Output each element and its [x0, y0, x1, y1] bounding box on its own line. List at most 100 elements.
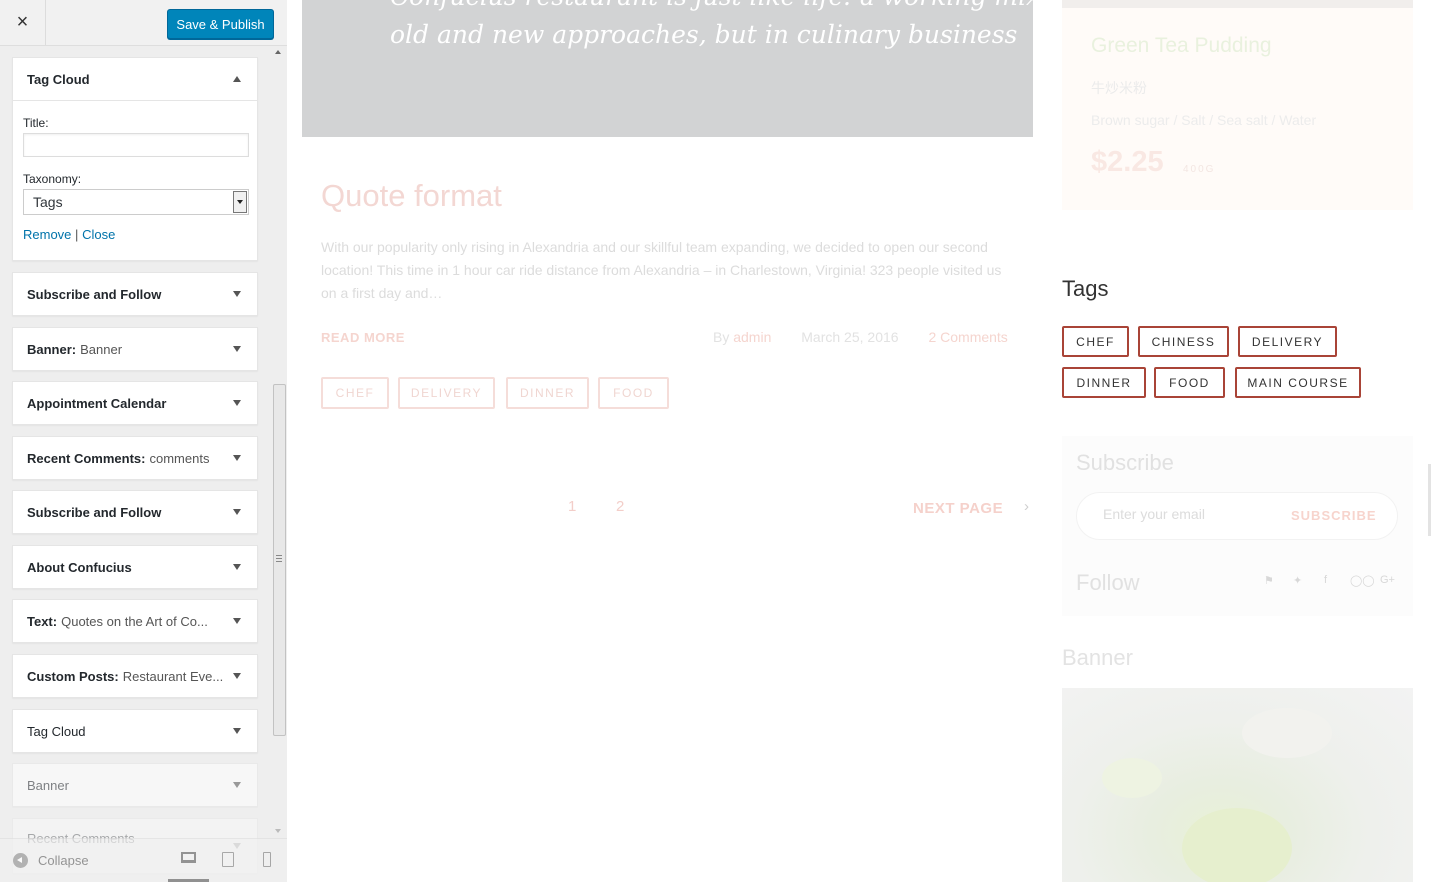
expand-arrow-icon[interactable] [233, 509, 241, 515]
widget-title: Text: [27, 613, 58, 629]
scroll-down-arrow-icon[interactable] [275, 829, 281, 833]
next-page-link[interactable]: NEXT PAGE [913, 500, 1003, 517]
remove-widget-link[interactable]: Remove [23, 227, 71, 242]
subscribe-button[interactable]: SUBSCRIBE [1291, 508, 1377, 523]
tripadvisor-icon[interactable]: ◯◯ [1350, 574, 1375, 587]
save-publish-button[interactable]: Save & Publish [167, 9, 274, 39]
site-preview: Confucius restaurant is just like life: … [287, 0, 1444, 882]
scrollbar-thumb[interactable] [273, 384, 286, 736]
close-customizer-button[interactable]: × [0, 0, 46, 45]
widget-subtitle: Restaurant Eve... [122, 668, 224, 684]
menu-item-name[interactable]: Green Tea Pudding [1091, 34, 1272, 58]
expand-arrow-icon[interactable] [233, 291, 241, 297]
preview-scrollbar[interactable] [1428, 464, 1431, 536]
google-plus-icon[interactable]: G+ [1380, 574, 1395, 586]
expand-arrow-icon[interactable] [233, 673, 241, 679]
banner-image[interactable] [1062, 688, 1413, 882]
tag-chiness[interactable]: CHINESS [1138, 326, 1229, 357]
tag-food[interactable]: FOOD [1154, 367, 1225, 398]
expand-arrow-icon[interactable] [233, 455, 241, 461]
twitter-icon[interactable]: ✦ [1293, 574, 1302, 587]
menu-item-price: $2.25 [1091, 146, 1164, 178]
expand-arrow-icon[interactable] [233, 400, 241, 406]
sidebar-scrollbar[interactable] [271, 45, 287, 835]
mobile-icon[interactable] [263, 852, 271, 867]
widget-header[interactable]: Text: Quotes on the Art of Co... [13, 600, 257, 642]
tag-chef[interactable]: CHEF [1062, 326, 1129, 357]
tablet-icon[interactable] [222, 852, 234, 867]
post-title[interactable]: Quote format [321, 178, 502, 214]
foursquare-icon[interactable]: ⚑ [1264, 574, 1274, 587]
close-icon: × [16, 11, 29, 33]
subscribe-title: Subscribe [1076, 450, 1174, 475]
post-tag-chef[interactable]: CHEF [321, 377, 389, 409]
post-meta: By admin March 25, 2016 2 Comments [713, 329, 1008, 345]
widget-title: Custom Posts: [27, 668, 119, 684]
menu-card-image-edge [1062, 0, 1413, 8]
tag-main-course[interactable]: MAIN COURSE [1235, 367, 1361, 398]
widget-header[interactable]: Tag Cloud [13, 710, 257, 752]
comments-link[interactable]: 2 Comments [928, 329, 1007, 345]
follow-title: Follow [1076, 570, 1140, 595]
widget-subtitle: Quotes on the Art of Co... [61, 613, 208, 629]
quote-banner: Confucius restaurant is just like life: … [302, 0, 1072, 137]
chevron-right-icon[interactable]: › [1024, 498, 1029, 515]
widget-subtitle: comments [149, 450, 210, 466]
widget-appointment-calendar[interactable]: Appointment Calendar [12, 381, 258, 425]
scroll-up-arrow-icon[interactable] [275, 50, 281, 54]
widget-header[interactable]: Banner: Banner [13, 328, 257, 370]
pagination-page-2[interactable]: 2 [616, 498, 624, 515]
expand-arrow-icon[interactable] [233, 782, 241, 788]
post-date: March 25, 2016 [801, 329, 899, 345]
title-input[interactable] [23, 133, 249, 157]
widget-header[interactable]: Tag Cloud [13, 58, 257, 100]
author-link[interactable]: admin [733, 329, 771, 345]
collapse-button[interactable]: Collapse [13, 853, 89, 868]
facebook-icon[interactable]: f [1324, 574, 1327, 586]
widget-header[interactable]: Recent Comments: comments [13, 437, 257, 479]
widget-header[interactable]: Subscribe and Follow [13, 273, 257, 315]
widget-title: Subscribe and Follow [27, 286, 162, 302]
collapse-icon [13, 853, 28, 868]
widget-form: Title: Taxonomy: Tags Remove | Close [13, 100, 257, 254]
widget-header[interactable]: Banner [13, 764, 257, 806]
widget-title: Subscribe and Follow [27, 504, 162, 520]
quote-text-line: old and new approaches, but in culinary … [390, 20, 1018, 49]
widget-custom-posts[interactable]: Custom Posts: Restaurant Eve... [12, 654, 258, 698]
tag-dinner[interactable]: DINNER [1062, 367, 1146, 398]
widget-title: About Confucius [27, 559, 132, 575]
expand-arrow-icon[interactable] [233, 564, 241, 570]
close-widget-link[interactable]: Close [82, 227, 115, 242]
widget-header[interactable]: Appointment Calendar [13, 382, 257, 424]
widget-about-confucius[interactable]: About Confucius [12, 545, 258, 589]
email-input[interactable] [1103, 506, 1273, 522]
collapse-label: Collapse [38, 853, 89, 868]
expand-arrow-icon[interactable] [233, 346, 241, 352]
read-more-link[interactable]: READ MORE [321, 330, 405, 345]
widget-header[interactable]: Subscribe and Follow [13, 491, 257, 533]
widget-recent-comments[interactable]: Recent Comments: comments [12, 436, 258, 480]
pagination-page-1[interactable]: 1 [568, 498, 576, 515]
widget-banner-2[interactable]: Banner [12, 763, 258, 807]
widget-subscribe-follow-2[interactable]: Subscribe and Follow [12, 490, 258, 534]
post-tag-delivery[interactable]: DELIVERY [398, 377, 495, 409]
expand-arrow-icon[interactable] [233, 728, 241, 734]
expand-arrow-icon[interactable] [233, 618, 241, 624]
menu-item-weight: 400G [1183, 164, 1216, 175]
dropdown-arrow-icon[interactable] [233, 191, 247, 213]
taxonomy-select[interactable]: Tags [23, 189, 249, 215]
customizer-footer: Collapse [0, 838, 287, 882]
post-tag-dinner[interactable]: DINNER [506, 377, 589, 409]
widget-header[interactable]: Custom Posts: Restaurant Eve... [13, 655, 257, 697]
widget-banner[interactable]: Banner: Banner [12, 327, 258, 371]
collapse-arrow-icon[interactable] [233, 76, 241, 82]
widget-subscribe-follow[interactable]: Subscribe and Follow [12, 272, 258, 316]
desktop-icon[interactable] [181, 852, 196, 863]
post-tag-food[interactable]: FOOD [598, 377, 669, 409]
widget-actions: Remove | Close [23, 227, 247, 242]
widget-tag-cloud[interactable]: Tag Cloud [12, 709, 258, 753]
tag-delivery[interactable]: DELIVERY [1238, 326, 1337, 357]
widget-text[interactable]: Text: Quotes on the Art of Co... [12, 599, 258, 643]
taxonomy-selected-value: Tags [33, 194, 63, 210]
widget-header[interactable]: About Confucius [13, 546, 257, 588]
